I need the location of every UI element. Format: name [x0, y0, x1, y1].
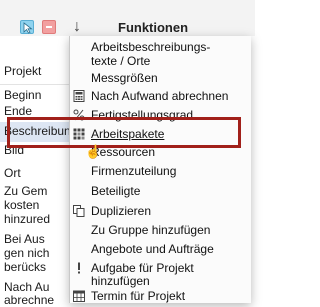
menu-item-messgroessen[interactable]: Messgrößen — [70, 71, 251, 85]
arrow-down-icon: ↓ — [73, 18, 81, 35]
menu-item-nach-aufwand[interactable]: Nach Aufwand abrechnen — [70, 89, 251, 103]
duplicate-icon — [73, 205, 85, 217]
select-tool-button[interactable] — [20, 20, 34, 34]
cursor-icon — [23, 22, 33, 34]
divider — [0, 84, 70, 85]
menu-item-label: Termin für Projekt — [91, 289, 186, 303]
field-label-abrechne: abrechne — [4, 293, 55, 307]
menu-item-label: Duplizieren — [91, 204, 152, 218]
menu-item-label: Arbeitspakete — [91, 127, 165, 141]
menu-item-label: Messgrößen — [91, 71, 158, 85]
menu-item-label-line2: hinzufügen — [91, 274, 150, 288]
menu-item-label: Zu Gruppe hinzufügen — [91, 223, 211, 237]
menu-item-label: Aufgabe für Projekt — [91, 261, 194, 275]
menu-item-label: Firmenzuteilung — [91, 164, 177, 178]
work-packages-icon — [73, 128, 85, 140]
remove-button[interactable] — [42, 20, 56, 34]
minus-icon — [46, 26, 52, 28]
field-label-gen-nich: gen nich — [4, 246, 50, 260]
percent-icon — [73, 109, 85, 121]
field-label-bild: Bild — [4, 143, 25, 157]
exclamation-icon — [78, 262, 80, 274]
field-label-beginn: Beginn — [4, 88, 42, 102]
field-label-beruecks: berücks — [4, 260, 47, 274]
hand-cursor-icon: ☝ — [85, 144, 102, 159]
menu-item-aufgabe[interactable]: Aufgabe für Projekt hinzufügen — [70, 261, 251, 289]
menu-item-label: Angebote und Aufträge — [91, 242, 214, 256]
menu-item-label: Arbeitsbeschreibungs- — [91, 40, 211, 54]
field-label-kosten: kosten — [4, 198, 40, 212]
field-label-nach-au: Nach Au — [4, 280, 50, 294]
calendar-icon — [73, 290, 85, 302]
menu-item-duplizieren[interactable]: Duplizieren — [70, 204, 251, 218]
toolbar: ↓ Funktionen — [0, 0, 255, 36]
menu-item-beteiligte[interactable]: Beteiligte — [70, 184, 251, 198]
field-label-hinzured: hinzured — [4, 212, 51, 226]
menu-item-label-line2: texte / Orte — [91, 54, 151, 68]
menu-item-label: Beteiligte — [91, 184, 141, 198]
menu-item-arbeitsbeschreibungstexte[interactable]: Arbeitsbeschreibungs- texte / Orte — [70, 40, 251, 70]
menu-item-firmenzuteilung[interactable]: Firmenzuteilung — [70, 164, 251, 178]
functions-menu: Arbeitsbeschreibungs- texte / Orte Messg… — [69, 36, 251, 303]
field-label-beschreibung[interactable]: Beschreibung — [0, 122, 77, 142]
menu-item-arbeitspakete[interactable]: Arbeitspakete — [70, 127, 251, 141]
menu-item-zu-gruppe[interactable]: Zu Gruppe hinzufügen — [70, 223, 251, 237]
field-label-zu-gem: Zu Gem — [4, 184, 48, 198]
menu-item-label: Fertigstellungsgrad — [91, 108, 194, 122]
menu-item-angebote[interactable]: Angebote und Aufträge — [70, 242, 251, 256]
field-label-bei-aus: Bei Aus — [4, 232, 45, 246]
field-label-projekt: Projekt — [4, 64, 42, 78]
menu-item-label: Nach Aufwand abrechnen — [91, 89, 229, 103]
menu-title: Funktionen — [118, 20, 189, 35]
field-label-ende: Ende — [4, 104, 33, 118]
menu-item-fertigstellungsgrad[interactable]: Fertigstellungsgrad — [70, 108, 251, 122]
calculator-icon — [73, 90, 85, 102]
menu-item-termin[interactable]: Termin für Projekt — [70, 289, 251, 303]
field-label-ort: Ort — [4, 166, 21, 180]
